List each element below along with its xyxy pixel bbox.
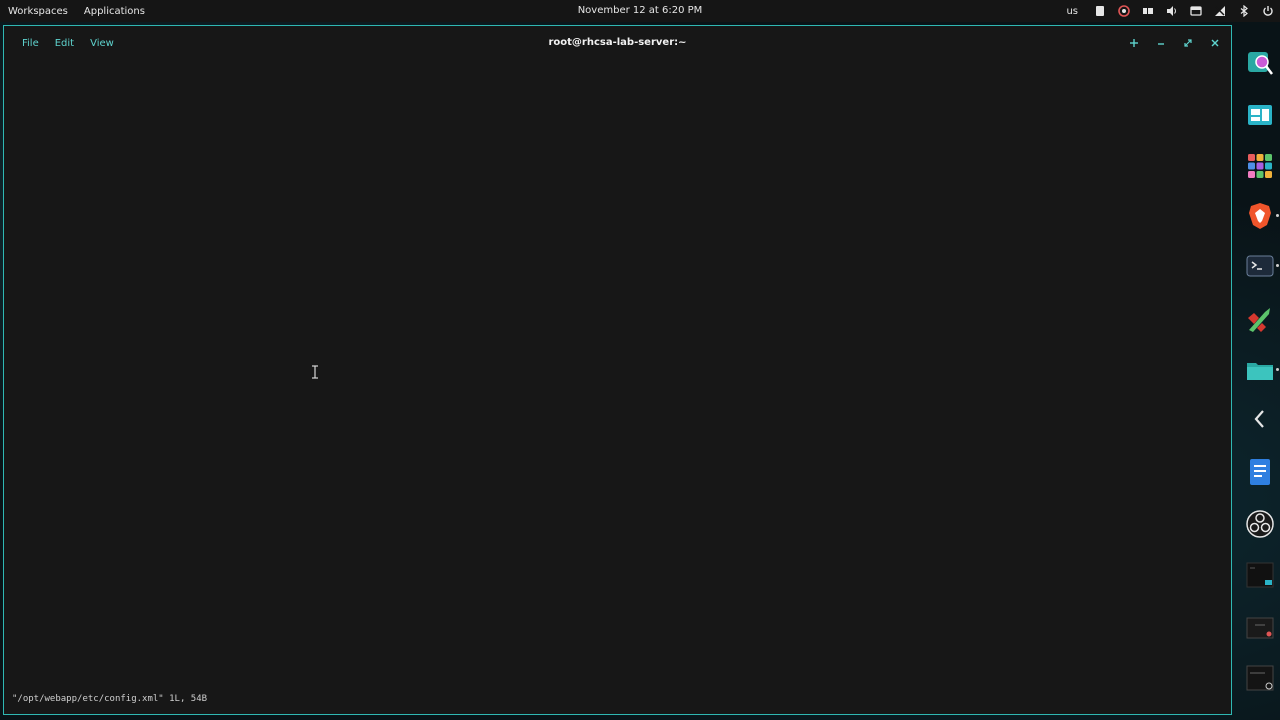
power-icon[interactable] (1261, 5, 1274, 18)
workspaces-button[interactable]: Workspaces (0, 6, 76, 17)
obs-icon[interactable] (1244, 508, 1276, 540)
running-indicator (1276, 368, 1279, 371)
system-tray: us (1066, 0, 1274, 22)
collapse-icon[interactable] (1244, 403, 1276, 435)
desktop: Workspaces Applications November 12 at 6… (0, 0, 1280, 720)
updates-icon[interactable] (1117, 5, 1130, 18)
window-controls (1128, 26, 1221, 60)
brave-browser-icon[interactable] (1244, 200, 1279, 232)
bluetooth-icon[interactable] (1237, 5, 1250, 18)
terminal-content[interactable]: "/opt/webapp/etc/config.xml" 1L, 54B (4, 60, 1231, 714)
dock (1240, 40, 1280, 700)
app-grid-icon[interactable] (1244, 150, 1276, 182)
terminal-app-icon[interactable] (1244, 250, 1279, 282)
new-tab-icon[interactable] (1128, 37, 1140, 49)
applications-button[interactable]: Applications (76, 6, 153, 17)
window-title: root@rhcsa-lab-server:~ (548, 37, 687, 48)
top-bar: Workspaces Applications November 12 at 6… (0, 0, 1280, 22)
window-titlebar[interactable]: File Edit View root@rhcsa-lab-server:~ (4, 26, 1231, 60)
window-menu-bar: File Edit View (14, 26, 122, 60)
menu-edit[interactable]: Edit (47, 38, 82, 49)
window-thumbnail-3[interactable] (1244, 662, 1276, 694)
menu-view[interactable]: View (82, 38, 122, 49)
terminal-window: File Edit View root@rhcsa-lab-server:~ "… (3, 25, 1232, 715)
network-icon[interactable] (1213, 5, 1226, 18)
window-manager-icon[interactable] (1244, 99, 1276, 131)
search-app-icon[interactable] (1244, 48, 1276, 80)
screenshot-icon[interactable] (1189, 5, 1202, 18)
running-indicator (1276, 214, 1279, 217)
minimize-icon[interactable] (1155, 37, 1167, 49)
files-app-icon[interactable] (1244, 354, 1279, 386)
window-thumbnail-1[interactable] (1244, 559, 1276, 591)
maximize-icon[interactable] (1182, 37, 1194, 49)
writer-icon[interactable] (1244, 456, 1276, 488)
volume-icon[interactable] (1165, 5, 1178, 18)
menu-file[interactable]: File (14, 38, 47, 49)
keyboard-layout-indicator[interactable]: us (1066, 6, 1078, 17)
text-editor-icon[interactable] (1244, 303, 1276, 335)
close-icon[interactable] (1209, 37, 1221, 49)
window-thumbnail-2[interactable] (1244, 612, 1276, 644)
vim-status-line: "/opt/webapp/etc/config.xml" 1L, 54B (12, 694, 208, 704)
clipboard-icon[interactable] (1093, 5, 1106, 18)
running-indicator (1276, 264, 1279, 267)
display-icon[interactable] (1141, 5, 1154, 18)
text-cursor-icon (310, 364, 320, 380)
